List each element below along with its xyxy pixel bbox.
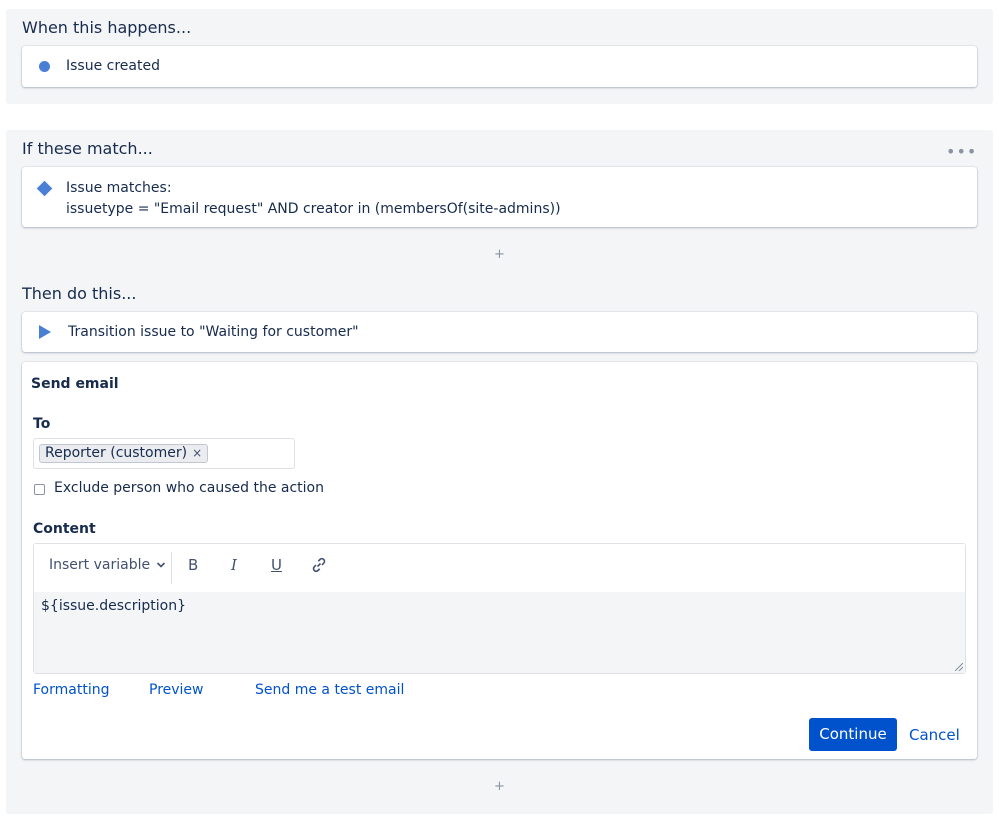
recipient-chip-label: Reporter (customer) [45, 445, 188, 461]
condition-card[interactable]: Issue matches: issuetype = "Email reques… [22, 167, 977, 227]
link-button[interactable] [310, 556, 328, 578]
resize-handle-icon[interactable] [955, 663, 963, 671]
link-icon [312, 557, 326, 573]
exclude-checkbox[interactable] [34, 484, 45, 495]
transition-label: Transition issue to "Waiting for custome… [68, 324, 359, 340]
trigger-dot-icon [39, 61, 50, 72]
italic-button[interactable]: I [231, 556, 237, 574]
recipient-chip[interactable]: Reporter (customer) × [39, 444, 209, 463]
actions-title: Then do this... [22, 284, 137, 303]
editor-body[interactable]: ${issue.description} [34, 592, 965, 673]
exclude-label[interactable]: Exclude person who caused the action [54, 480, 324, 496]
editor-toolbar: Insert variable B I U [34, 544, 965, 592]
more-options-icon[interactable]: ••• [946, 142, 977, 161]
trigger-section: When this happens... Issue created [6, 9, 993, 104]
continue-button[interactable]: Continue [809, 718, 897, 751]
send-email-title: Send email [31, 376, 119, 392]
transition-play-icon [39, 325, 51, 339]
to-field[interactable]: Reporter (customer) × [33, 438, 295, 469]
formatting-link[interactable]: Formatting [33, 682, 109, 698]
transition-card[interactable]: Transition issue to "Waiting for custome… [22, 312, 977, 352]
add-action-plus-icon[interactable]: + [6, 779, 993, 794]
preview-link[interactable]: Preview [149, 682, 204, 698]
insert-variable-label: Insert variable [49, 557, 151, 573]
condition-line2: issuetype = "Email request" AND creator … [66, 201, 561, 217]
content-editor: Insert variable B I U ${issue.descriptio… [33, 543, 966, 674]
to-label: To [33, 416, 51, 432]
add-condition-plus-icon[interactable]: + [6, 247, 993, 262]
condition-line1: Issue matches: [66, 180, 172, 196]
bold-button[interactable]: B [188, 556, 198, 574]
rule-section: If these match... ••• Issue matches: iss… [6, 130, 993, 814]
chevron-down-icon [157, 562, 166, 568]
condition-diamond-icon [36, 180, 53, 197]
toolbar-separator [171, 552, 172, 584]
condition-title: If these match... [22, 139, 153, 158]
insert-variable-dropdown[interactable]: Insert variable [49, 557, 166, 573]
trigger-title: When this happens... [22, 18, 192, 37]
underline-button[interactable]: U [271, 556, 282, 574]
content-value: ${issue.description} [41, 598, 186, 614]
chip-remove-icon[interactable]: × [192, 446, 202, 460]
send-email-card: Send email To Reporter (customer) × Exclu… [22, 362, 977, 759]
cancel-button[interactable]: Cancel [909, 726, 960, 744]
test-email-link[interactable]: Send me a test email [255, 682, 404, 698]
trigger-label: Issue created [66, 58, 160, 74]
content-label: Content [33, 521, 96, 537]
trigger-card[interactable]: Issue created [22, 46, 977, 87]
